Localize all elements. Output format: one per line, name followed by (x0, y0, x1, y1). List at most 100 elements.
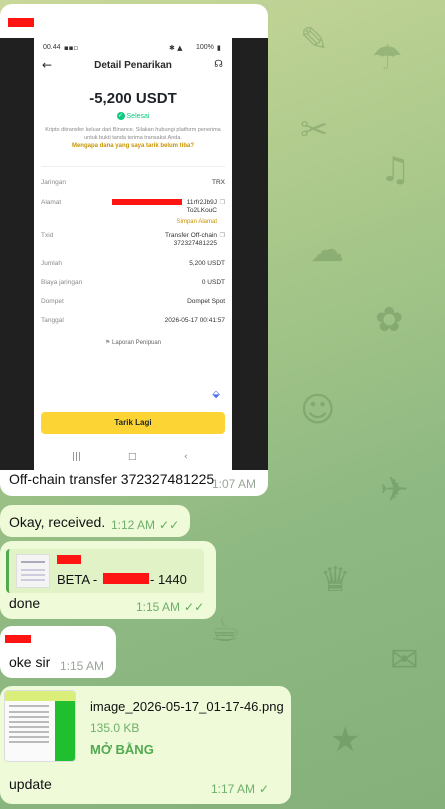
screen-title: Detail Penarikan (94, 60, 172, 71)
report-label: Laporan Penipuan (112, 340, 162, 346)
row-label: Jumlah (41, 260, 62, 267)
message-time: 1:15 AM (60, 659, 105, 673)
redacted-reply-text (103, 573, 149, 584)
message-text: update (9, 776, 52, 792)
status-icons: ▪▪▫ (64, 44, 79, 52)
message-outgoing[interactable]: Okay, received. 1:12 AM ✓✓ (0, 505, 190, 537)
spreadsheet-row (9, 711, 49, 713)
row-label: Dompet (41, 298, 64, 305)
spreadsheet-row (9, 705, 49, 707)
report-icon: ⚑ (104, 339, 111, 346)
row-value: 11rfr2Jb9J To2LKouC (187, 199, 217, 215)
file-size: 135.0 KB (90, 721, 140, 735)
address-line-2: To2LKouC (186, 207, 217, 214)
spreadsheet-row (9, 726, 49, 728)
redacted-address (112, 199, 182, 205)
doodle-icon: ☺ (300, 390, 336, 430)
txid-line-1: Transfer Off-chain (164, 232, 217, 239)
spreadsheet-row (9, 731, 49, 733)
back-nav-icon[interactable]: ‹ (184, 452, 188, 462)
address-line-1: 11rfr2Jb9J (186, 199, 217, 206)
row-label: Tanggal (41, 317, 64, 324)
detail-row-address: Alamat 11rfr2Jb9J To2LKouC ❐ Simpan Alama… (41, 199, 225, 229)
why-link[interactable]: Mengapa dana yang saya tarik belum tiba? (34, 143, 232, 149)
redacted-sender-name (5, 635, 31, 643)
divider (41, 166, 225, 167)
double-check-icon: ✓✓ (184, 600, 205, 614)
check-icon: ✓ (259, 782, 270, 796)
row-label: Biaya jaringan (41, 279, 83, 286)
message-time: 1:15 AM (136, 600, 181, 614)
thumbnail-line (21, 561, 45, 563)
binance-withdrawal-screen: 00.44 ▪▪▫ ✱ ▲ 100% ▮ ← Detail Penarikan … (34, 38, 232, 470)
file-name[interactable]: image_2026-05-17_01-17-46.png (90, 699, 284, 714)
reply-thumbnail (16, 554, 50, 588)
android-navbar: ||| □ ‹ (34, 448, 232, 470)
reply-suffix: - 1440 (150, 572, 187, 587)
spreadsheet-column (55, 701, 75, 761)
redacted-reply-author (57, 555, 81, 564)
doodle-icon: ✿ (375, 300, 404, 340)
message-incoming-screenshot[interactable]: 00.44 ▪▪▫ ✱ ▲ 100% ▮ ← Detail Penarikan … (0, 4, 268, 496)
spreadsheet-row (9, 721, 49, 723)
thumbnail-line (21, 574, 45, 576)
spreadsheet-row (9, 736, 49, 738)
recent-apps-icon[interactable]: ||| (72, 452, 81, 462)
row-value: Dompet Spot (187, 298, 225, 305)
doodle-icon: ✂ (300, 110, 329, 150)
home-icon[interactable]: □ (128, 452, 137, 462)
doodle-icon: ☁ (310, 230, 344, 270)
spreadsheet-row (9, 716, 49, 718)
detail-row-txid: Txid Transfer Off-chain 372327481225 ❐ (41, 232, 225, 252)
message-text: Okay, received. (9, 514, 106, 530)
reply-snippet: BETA - (57, 572, 98, 587)
withdraw-amount: -5,200 USDT (89, 90, 177, 107)
status-badge: ✓ Selesai (34, 112, 232, 120)
doodle-icon: ☂ (372, 38, 403, 78)
copy-icon[interactable]: ❐ (220, 199, 225, 206)
row-label: Txid (41, 232, 54, 239)
thumbnail-line (21, 569, 45, 571)
message-incoming[interactable]: oke sir 1:15 AM (0, 626, 116, 678)
message-status: 1:15 AM ✓✓ (136, 600, 204, 614)
doodle-icon: ♫ (380, 150, 411, 190)
doodle-icon: ★ (330, 720, 361, 760)
message-status: 1:17 AM ✓ (211, 782, 269, 796)
message-time: 1:17 AM (211, 782, 256, 796)
withdraw-again-button[interactable]: Tarik Lagi (41, 412, 225, 434)
reply-preview[interactable]: BETA - - 1440 (6, 549, 204, 593)
thumbnail-line (21, 579, 45, 581)
row-value: Transfer Off-chain 372327481225 (165, 232, 217, 248)
double-check-icon: ✓✓ (159, 518, 180, 532)
status-battery: 100% (196, 44, 214, 51)
row-value: TRX (212, 179, 225, 186)
info-text: Kripto ditransfer keluar dari Binance. S… (45, 127, 221, 141)
copy-icon[interactable]: ❐ (220, 232, 225, 239)
save-address-link[interactable]: Simpan Alamat (177, 219, 217, 225)
message-outgoing-file[interactable]: image_2026-05-17_01-17-46.png 135.0 KB M… (0, 686, 291, 804)
doodle-icon: ✎ (300, 20, 329, 60)
message-text: done (9, 595, 41, 611)
txid-line-2: 372327481225 (173, 240, 217, 247)
row-value: 2026-05-17 00:41:57 (164, 317, 225, 324)
open-with-button[interactable]: MỞ BẰNG (90, 742, 154, 757)
doodle-icon: ☕ (210, 610, 241, 650)
doodle-icon: ✈ (380, 470, 409, 510)
signal-icon: ✱ ▲ (169, 44, 183, 52)
tag-icon[interactable]: ⬙ (212, 389, 220, 400)
message-time: 1:07 AM (212, 477, 257, 491)
report-fraud-link[interactable]: ⚑ Laporan Penipuan (34, 339, 232, 346)
spreadsheet-row (9, 741, 49, 743)
headset-icon[interactable]: ☊ (214, 59, 223, 70)
row-value: 0 USDT (201, 279, 225, 286)
screenshot-image[interactable]: 00.44 ▪▪▫ ✱ ▲ 100% ▮ ← Detail Penarikan … (0, 38, 268, 470)
battery-icon: ▮ (217, 44, 221, 52)
row-value: 5,200 USDT (189, 260, 225, 267)
message-time: 1:12 AM (111, 518, 156, 532)
doodle-icon: ♛ (320, 560, 351, 600)
check-circle-icon: ✓ (116, 112, 125, 120)
message-text: oke sir (9, 654, 51, 670)
message-outgoing-reply[interactable]: BETA - - 1440 done 1:15 AM ✓✓ (0, 541, 216, 619)
row-label: Jaringan (41, 179, 66, 186)
file-thumbnail[interactable] (4, 690, 76, 762)
